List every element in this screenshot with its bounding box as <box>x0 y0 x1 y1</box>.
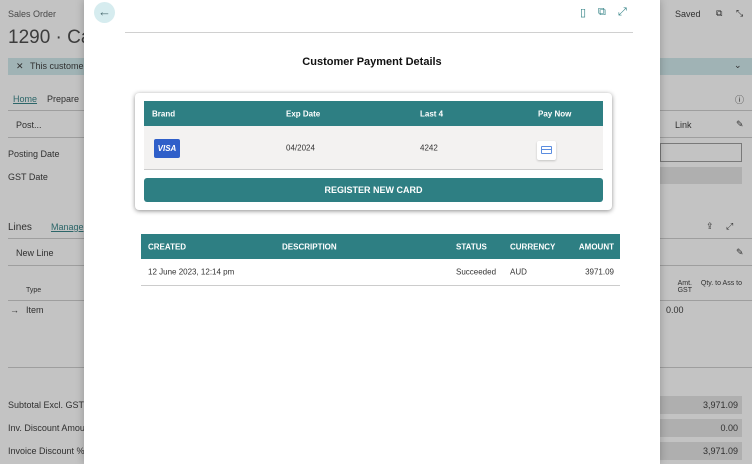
transaction-row: 12 June 2023, 12:14 pm Succeeded AUD 397… <box>141 259 620 286</box>
visa-logo: VISA <box>154 139 180 158</box>
saved-cards-panel: Brand Exp Date Last 4 Pay Now VISA 04/20… <box>135 93 612 210</box>
cards-header: Brand Exp Date Last 4 Pay Now <box>144 101 603 126</box>
header-status: STATUS <box>456 242 487 251</box>
header-exp-date: Exp Date <box>286 109 321 118</box>
bookmark-icon[interactable]: ▯ <box>580 6 586 19</box>
transaction-status: Succeeded <box>456 267 497 277</box>
credit-card-icon <box>541 146 552 154</box>
card-last4: 4242 <box>420 143 438 152</box>
expand-icon[interactable]: ⤢ <box>618 6 627 19</box>
header-currency: CURRENCY <box>510 242 556 251</box>
open-new-window-icon[interactable]: ⧉ <box>598 6 606 19</box>
arrow-left-icon: ← <box>98 4 111 19</box>
dialog-title: Customer Payment Details <box>302 56 442 68</box>
pay-now-button[interactable] <box>537 141 556 160</box>
header-created: CREATED <box>148 242 187 251</box>
transaction-currency: AUD <box>510 267 527 277</box>
divider <box>125 32 633 33</box>
register-new-card-button[interactable]: REGISTER NEW CARD <box>144 178 603 202</box>
card-exp: 04/2024 <box>286 143 315 152</box>
back-button[interactable]: ← <box>94 2 115 23</box>
transaction-amount: 3971.09 <box>585 267 614 277</box>
header-amount: AMOUNT <box>578 242 614 251</box>
card-row: VISA 04/2024 4242 <box>144 126 603 170</box>
transaction-created: 12 June 2023, 12:14 pm <box>148 267 235 277</box>
header-description: DESCRIPTION <box>282 242 337 251</box>
header-last4: Last 4 <box>420 109 444 118</box>
header-brand: Brand <box>152 109 176 118</box>
header-pay-now: Pay Now <box>538 109 572 118</box>
transactions-header: CREATED DESCRIPTION STATUS CURRENCY AMOU… <box>141 234 620 259</box>
payment-dialog: ← ▯ ⧉ ⤢ Customer Payment Details Brand E… <box>84 0 660 464</box>
